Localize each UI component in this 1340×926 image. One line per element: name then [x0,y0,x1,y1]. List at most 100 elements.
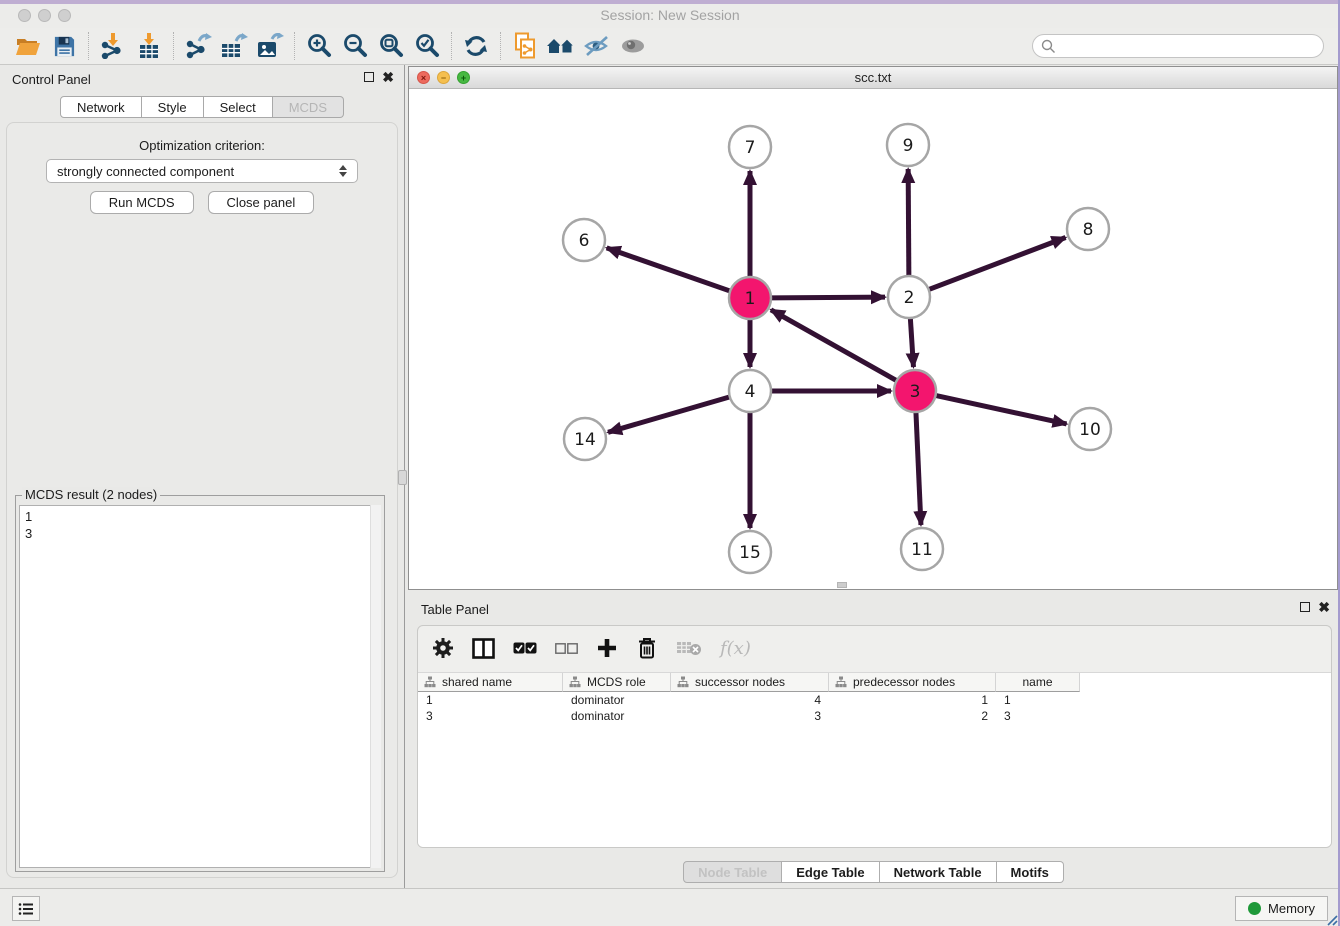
run-mcds-button[interactable]: Run MCDS [90,191,194,214]
column-header-predecessor-nodes[interactable]: predecessor nodes [829,673,996,692]
table-panel-header: Table Panel ✖ [409,595,1338,623]
column-type-icon [424,676,436,688]
graph-edge-1-2[interactable] [771,297,885,298]
table-cell[interactable]: 2 [829,708,996,724]
function-builder-icon: f(x) [720,636,751,660]
show-columns-icon[interactable] [472,636,495,660]
table-cell[interactable]: dominator [563,708,671,724]
graph-edge-1-6[interactable] [607,248,731,291]
column-header-successor-nodes[interactable]: successor nodes [671,673,829,692]
clone-network-icon[interactable] [507,30,543,62]
column-header-label: shared name [442,675,512,689]
table-row[interactable]: 3dominator323 [418,708,1331,724]
table-panel: Table Panel ✖ [409,595,1338,888]
memory-status-icon [1248,902,1261,915]
table-cell[interactable]: 3 [671,708,829,724]
column-header-name[interactable]: name [996,673,1080,692]
status-bar: Memory [0,888,1340,926]
graph-edge-3-11[interactable] [916,412,921,525]
graph-node-label: 11 [911,540,933,560]
node-table[interactable]: shared name MCDS rolesuccessor nodes prede… [418,672,1331,847]
mcds-result-text[interactable]: 1 3 [19,505,381,868]
graph-edge-3-10[interactable] [936,395,1067,423]
float-table-panel-icon[interactable] [1300,602,1310,612]
main-toolbar [0,28,1340,65]
column-header-MCDS-role[interactable]: MCDS role [563,673,671,692]
splitter-handle[interactable] [398,470,407,485]
search-input[interactable] [1056,39,1315,54]
tab-select[interactable]: Select [204,96,273,118]
close-panel-icon[interactable]: ✖ [382,72,394,82]
column-header-shared-name[interactable]: shared name [418,673,563,692]
table-toolbar: f(x) [418,626,1331,670]
float-panel-icon[interactable] [364,72,374,82]
table-cell[interactable]: 1 [996,692,1080,708]
memory-button[interactable]: Memory [1235,896,1328,921]
table-cell[interactable]: 1 [829,692,996,708]
table-cell[interactable]: 3 [418,708,563,724]
tab-style[interactable]: Style [142,96,204,118]
zoom-in-icon[interactable] [301,30,337,62]
optimization-criterion-select[interactable]: strongly connected component [46,159,358,183]
network-window-titlebar[interactable]: × − + scc.txt [409,67,1337,89]
close-table-panel-icon[interactable]: ✖ [1318,602,1330,612]
result-scrollbar[interactable] [370,505,381,868]
tab-mcds[interactable]: MCDS [273,96,344,118]
tab-network[interactable]: Network [60,96,142,118]
graph-edge-3-1[interactable] [771,310,897,381]
zoom-fit-icon[interactable] [373,30,409,62]
search-box[interactable] [1032,34,1324,58]
app-titlebar: Session: New Session [0,4,1340,28]
delete-row-icon[interactable] [636,636,658,660]
select-stepper-icon [339,165,347,177]
resize-grip-icon[interactable] [1326,914,1338,926]
network-canvas[interactable]: 7968124314101511 [409,89,1337,589]
graph-node-label: 14 [574,430,596,450]
tab-network-table[interactable]: Network Table [880,861,997,883]
graph-edge-2-3[interactable] [910,318,913,367]
table-tabs: Node Table Edge Table Network Table Moti… [409,861,1338,883]
table-cell[interactable]: 4 [671,692,829,708]
tab-motifs[interactable]: Motifs [997,861,1064,883]
control-panel-tabs: Network Style Select MCDS [0,96,404,118]
table-cell[interactable]: 3 [996,708,1080,724]
unselect-all-columns-icon[interactable] [555,636,578,660]
toolbar-separator [294,32,295,60]
table-row[interactable]: 1dominator411 [418,692,1331,708]
show-all-networks-icon[interactable] [543,30,579,62]
hide-edges-icon[interactable] [579,30,615,62]
window-title: Session: New Session [0,7,1340,23]
network-hscroll-thumb[interactable] [837,582,847,588]
network-window-title: scc.txt [409,70,1337,85]
task-history-button[interactable] [12,896,40,921]
export-network-icon[interactable] [180,30,216,62]
zoom-selected-icon[interactable] [409,30,445,62]
graph-node-label: 6 [579,231,590,251]
column-header-label: name [1022,675,1052,689]
tab-edge-table[interactable]: Edge Table [782,861,879,883]
table-cell[interactable]: dominator [563,692,671,708]
select-all-columns-icon[interactable] [513,636,537,660]
table-settings-gear-icon[interactable] [432,636,454,660]
import-network-icon[interactable] [95,30,131,62]
column-header-label: predecessor nodes [853,675,955,689]
save-session-icon[interactable] [46,30,82,62]
zoom-out-icon[interactable] [337,30,373,62]
eye-icon[interactable] [615,30,651,62]
refresh-icon[interactable] [458,30,494,62]
toolbar-separator [500,32,501,60]
graph-edges[interactable] [607,169,1067,528]
import-table-icon[interactable] [131,30,167,62]
graph-edge-2-8[interactable] [929,238,1066,290]
graph-edge-4-14[interactable] [608,397,730,432]
table-cell[interactable]: 1 [418,692,563,708]
close-panel-button[interactable]: Close panel [208,191,315,214]
control-panel-title: Control Panel [12,72,91,87]
export-table-icon[interactable] [216,30,252,62]
open-folder-icon[interactable] [10,30,46,62]
graph-edge-2-9[interactable] [908,169,909,276]
toolbar-separator [173,32,174,60]
tab-node-table[interactable]: Node Table [683,861,782,883]
add-row-icon[interactable] [596,636,618,660]
export-image-icon[interactable] [252,30,288,62]
